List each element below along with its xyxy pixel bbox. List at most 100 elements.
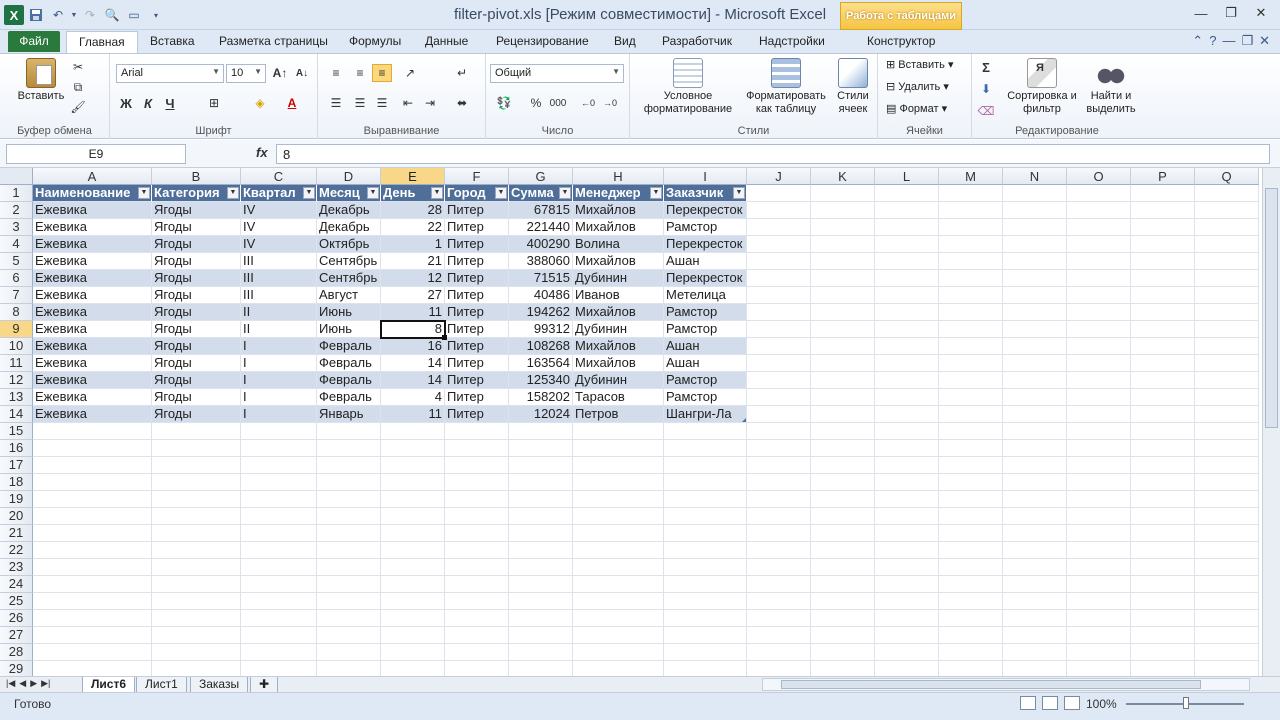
empty-cell[interactable]	[509, 593, 573, 610]
sheet-tab-orders[interactable]: Заказы	[190, 677, 249, 693]
delete-cells-button[interactable]: ⊟ Удалить ▾	[886, 81, 949, 94]
first-sheet-icon[interactable]: |◀	[6, 678, 15, 689]
column-header-b[interactable]: B	[152, 168, 241, 185]
underline-button[interactable]: Ч	[160, 94, 180, 112]
empty-cell[interactable]	[939, 440, 1003, 457]
table-cell[interactable]: 158202	[509, 389, 573, 406]
font-name-combo[interactable]: Arial ▼	[116, 64, 224, 83]
workbook-restore-icon[interactable]: ❐	[1241, 33, 1253, 49]
empty-cell[interactable]	[317, 525, 381, 542]
empty-cell[interactable]	[939, 474, 1003, 491]
table-cell[interactable]: Волина	[573, 236, 664, 253]
empty-cell[interactable]	[939, 202, 1003, 219]
empty-cell[interactable]	[1003, 355, 1067, 372]
empty-cell[interactable]	[152, 508, 241, 525]
empty-cell[interactable]	[33, 542, 152, 559]
table-header-cell[interactable]: Город ▼	[445, 185, 509, 202]
empty-cell[interactable]	[939, 559, 1003, 576]
table-cell[interactable]: Рамстор	[664, 219, 747, 236]
empty-cell[interactable]	[811, 610, 875, 627]
table-header-cell[interactable]: Сумма ▼	[509, 185, 573, 202]
close-icon[interactable]: ✕	[1246, 2, 1276, 24]
column-header-l[interactable]: L	[875, 168, 939, 185]
empty-cell[interactable]	[1131, 491, 1195, 508]
table-cell[interactable]: 14	[381, 372, 445, 389]
empty-cell[interactable]	[875, 270, 939, 287]
table-cell[interactable]: Питер	[445, 355, 509, 372]
borders-icon[interactable]: ⊞	[204, 94, 224, 112]
empty-cell[interactable]	[152, 559, 241, 576]
empty-cell[interactable]	[1067, 236, 1131, 253]
increase-font-icon[interactable]: A↑	[270, 64, 290, 82]
empty-cell[interactable]	[875, 457, 939, 474]
empty-cell[interactable]	[811, 576, 875, 593]
table-cell[interactable]: Ягоды	[152, 372, 241, 389]
table-cell[interactable]: 11	[381, 406, 445, 423]
empty-cell[interactable]	[573, 542, 664, 559]
table-cell[interactable]: Ежевика	[33, 270, 152, 287]
row-header-19[interactable]: 19	[0, 491, 33, 508]
table-cell[interactable]: 4	[381, 389, 445, 406]
empty-cell[interactable]	[509, 610, 573, 627]
column-header-m[interactable]: M	[939, 168, 1003, 185]
empty-cell[interactable]	[939, 542, 1003, 559]
empty-cell[interactable]	[1067, 474, 1131, 491]
empty-cell[interactable]	[445, 593, 509, 610]
empty-cell[interactable]	[747, 185, 811, 202]
filter-dropdown-icon[interactable]: ▼	[138, 187, 150, 199]
table-header-cell[interactable]: Наименование ▼	[33, 185, 152, 202]
empty-cell[interactable]	[1195, 423, 1259, 440]
empty-cell[interactable]	[875, 372, 939, 389]
empty-cell[interactable]	[1067, 576, 1131, 593]
empty-cell[interactable]	[509, 491, 573, 508]
row-header-21[interactable]: 21	[0, 525, 33, 542]
table-cell[interactable]: Михайлов	[573, 338, 664, 355]
empty-cell[interactable]	[1195, 440, 1259, 457]
empty-cell[interactable]	[664, 508, 747, 525]
empty-cell[interactable]	[1131, 644, 1195, 661]
table-cell[interactable]: 71515	[509, 270, 573, 287]
table-cell[interactable]: Дубинин	[573, 270, 664, 287]
table-cell[interactable]: Ягоды	[152, 219, 241, 236]
empty-cell[interactable]	[1067, 423, 1131, 440]
empty-cell[interactable]	[1195, 474, 1259, 491]
tab-file[interactable]: Файл	[8, 31, 60, 52]
empty-cell[interactable]	[381, 542, 445, 559]
empty-cell[interactable]	[1003, 389, 1067, 406]
orientation-icon[interactable]: ↗	[400, 64, 420, 82]
table-cell[interactable]: Ягоды	[152, 338, 241, 355]
table-cell[interactable]: Питер	[445, 304, 509, 321]
empty-cell[interactable]	[152, 474, 241, 491]
table-cell[interactable]: Рамстор	[664, 321, 747, 338]
table-cell[interactable]: Питер	[445, 389, 509, 406]
empty-cell[interactable]	[747, 610, 811, 627]
empty-cell[interactable]	[875, 236, 939, 253]
filter-dropdown-icon[interactable]: ▼	[227, 187, 239, 199]
filter-dropdown-icon[interactable]: ▼	[495, 187, 507, 199]
empty-cell[interactable]	[1131, 661, 1195, 676]
empty-cell[interactable]	[573, 440, 664, 457]
empty-cell[interactable]	[747, 440, 811, 457]
empty-cell[interactable]	[1067, 304, 1131, 321]
empty-cell[interactable]	[152, 627, 241, 644]
empty-cell[interactable]	[811, 525, 875, 542]
empty-cell[interactable]	[1195, 576, 1259, 593]
filter-dropdown-icon[interactable]: ▼	[367, 187, 379, 199]
table-cell[interactable]: 67815	[509, 202, 573, 219]
table-cell[interactable]: Рамстор	[664, 372, 747, 389]
empty-cell[interactable]	[747, 508, 811, 525]
tab-home[interactable]: Главная	[66, 31, 138, 53]
empty-cell[interactable]	[1131, 542, 1195, 559]
empty-cell[interactable]	[1067, 253, 1131, 270]
empty-cell[interactable]	[573, 644, 664, 661]
empty-cell[interactable]	[811, 644, 875, 661]
row-header-14[interactable]: 14	[0, 406, 33, 423]
empty-cell[interactable]	[875, 559, 939, 576]
table-cell[interactable]: Михайлов	[573, 202, 664, 219]
empty-cell[interactable]	[747, 559, 811, 576]
format-painter-icon[interactable]: 🖌	[68, 98, 88, 116]
empty-cell[interactable]	[445, 474, 509, 491]
tab-data[interactable]: Данные	[425, 34, 468, 48]
align-top-icon[interactable]: ≡	[326, 64, 346, 82]
empty-cell[interactable]	[811, 389, 875, 406]
